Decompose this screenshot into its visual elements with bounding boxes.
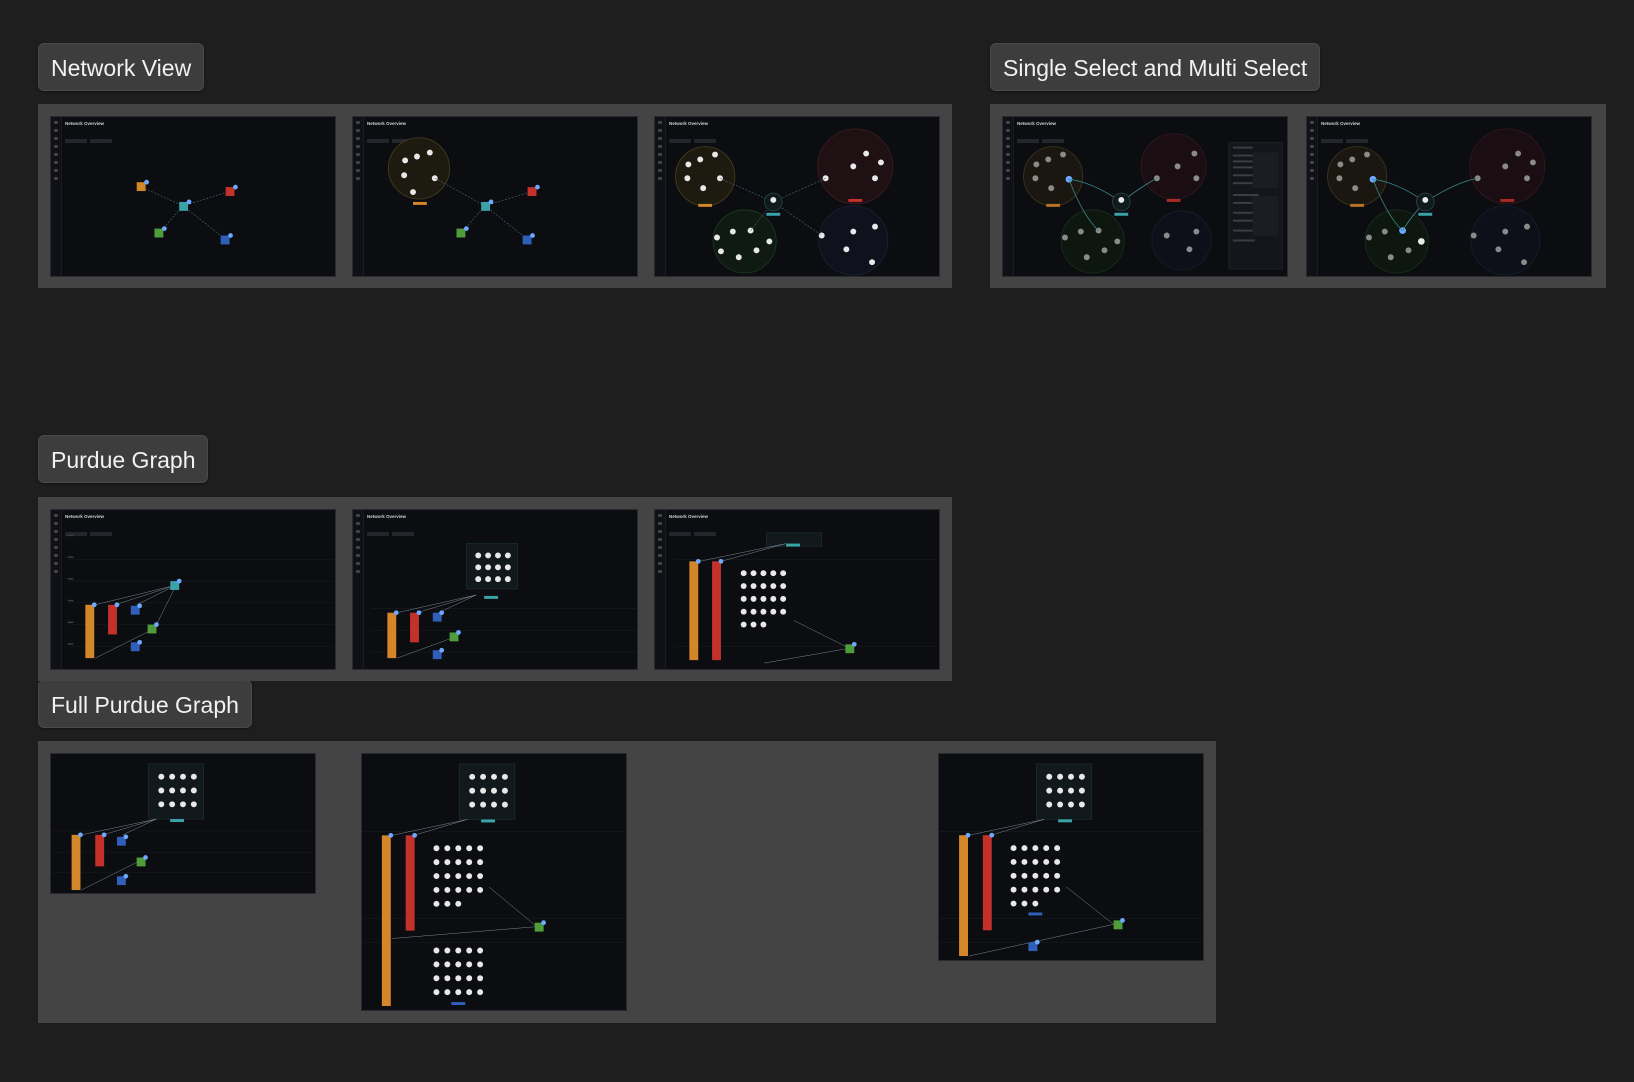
network-view-thumbnail-3[interactable]: Network Overview bbox=[654, 116, 940, 277]
purdue-graph bbox=[371, 543, 637, 660]
network-graph-multi-select bbox=[1327, 128, 1546, 276]
section-label-full-purdue-graph: Full Purdue Graph bbox=[38, 680, 252, 728]
network-view-thumbnail-2[interactable]: Network Overview bbox=[352, 116, 638, 277]
network-view-thumbnail-1[interactable]: Network Overview bbox=[50, 116, 336, 277]
full-purdue-graph-thumbnail-2[interactable] bbox=[361, 753, 627, 1011]
purdue-graph bbox=[67, 534, 335, 659]
purdue-graph-thumbnail-1[interactable]: Network Overview bbox=[50, 509, 336, 670]
full-purdue-graph-thumbnail-1[interactable] bbox=[50, 753, 316, 894]
multi-select-thumbnail[interactable]: Network Overview bbox=[1306, 116, 1592, 277]
network-graph bbox=[387, 137, 540, 245]
section-label-single-multi-select: Single Select and Multi Select bbox=[990, 43, 1321, 91]
purdue-graph bbox=[673, 532, 939, 664]
purdue-graph-thumbnail-3[interactable]: Network Overview bbox=[654, 509, 940, 670]
full-purdue-graph-thumbnail-3[interactable] bbox=[938, 753, 1204, 961]
purdue-graph-thumbnail-2[interactable]: Network Overview bbox=[352, 509, 638, 670]
single-select-thumbnail[interactable]: Network Overview bbox=[1002, 116, 1288, 277]
section-label-network-view: Network View bbox=[38, 43, 205, 91]
network-graph-single-select bbox=[1023, 133, 1283, 274]
network-graph bbox=[136, 179, 238, 245]
full-purdue-graph bbox=[939, 763, 1203, 957]
network-graph bbox=[675, 128, 894, 276]
section-label-purdue-graph: Purdue Graph bbox=[38, 435, 209, 483]
full-purdue-graph bbox=[51, 763, 315, 891]
full-purdue-graph bbox=[362, 763, 626, 1007]
